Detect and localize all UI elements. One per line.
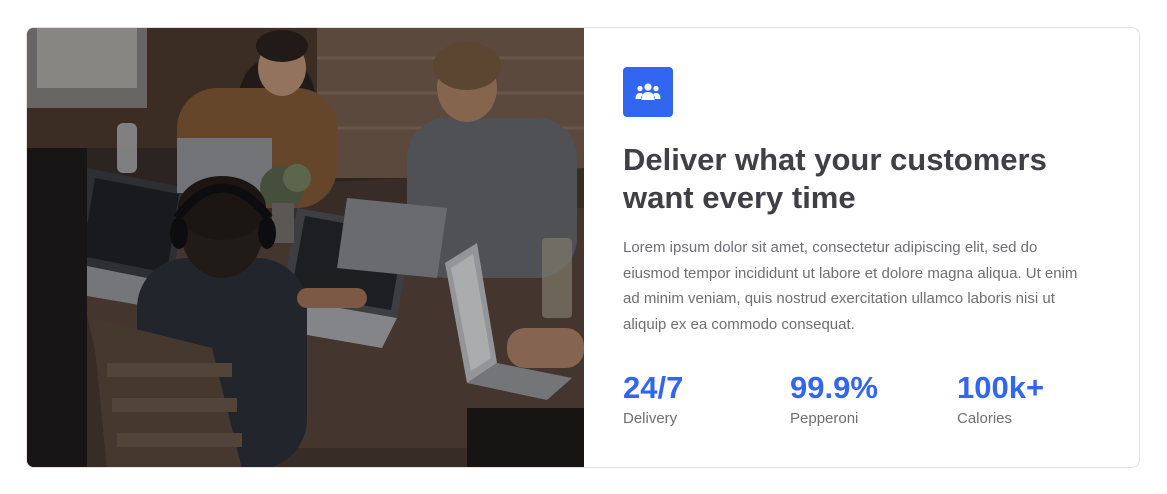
team-photo xyxy=(27,28,584,467)
stat-label: Pepperoni xyxy=(790,410,859,427)
users-group-icon-glyph xyxy=(635,83,661,100)
stat-value: 100k+ xyxy=(957,370,1045,405)
feature-title: Deliver what your customers want every t… xyxy=(623,142,1047,215)
feature-content: Deliver what your customers want every t… xyxy=(584,28,1139,467)
stats-row: 24/7 Delivery 99.9% Pepperoni 100k+ Calo… xyxy=(623,371,1139,428)
team-photo-illustration xyxy=(27,28,584,467)
users-group-icon xyxy=(623,67,673,117)
stat-calories: 100k+ Calories xyxy=(957,371,1124,428)
feature-card: Deliver what your customers want every t… xyxy=(26,27,1140,468)
feature-description: Lorem ipsum dolor sit amet, consectetur … xyxy=(623,239,1078,333)
stat-label: Calories xyxy=(957,410,1013,427)
stat-value: 24/7 xyxy=(623,370,684,405)
stat-value: 99.9% xyxy=(790,370,878,405)
stat-label: Delivery xyxy=(623,410,678,427)
stat-delivery: 24/7 Delivery xyxy=(623,371,790,428)
stat-pepperoni: 99.9% Pepperoni xyxy=(790,371,957,428)
